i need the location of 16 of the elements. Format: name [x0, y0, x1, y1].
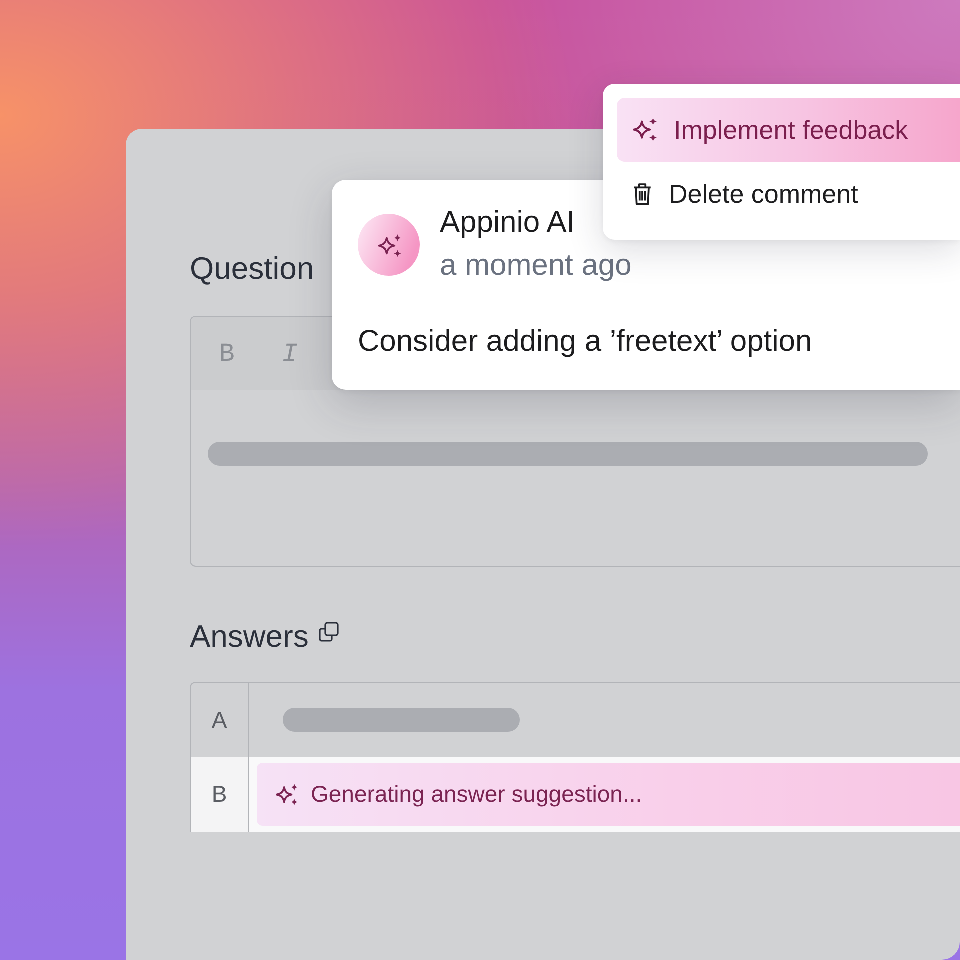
author-name: Appinio AI — [440, 206, 576, 240]
bold-button[interactable]: B — [215, 338, 239, 368]
menu-item[interactable]: Delete comment — [617, 162, 960, 226]
answer-letter: B — [191, 757, 249, 832]
copy-icon — [318, 622, 339, 642]
comment-text: Consider adding a ’freetext’ option — [358, 325, 814, 359]
sparkle-icon — [633, 118, 657, 142]
italic-button[interactable]: I — [278, 338, 302, 368]
section-heading: Answers — [190, 618, 309, 656]
comment-time: a moment ago — [440, 249, 632, 283]
sparkle-avatar-icon — [358, 214, 420, 276]
trash-icon — [633, 182, 652, 206]
sparkle-icon — [276, 784, 298, 806]
section-heading: Question — [190, 250, 314, 288]
menu-item[interactable]: Implement feedback — [617, 98, 960, 162]
status-text: Generating answer suggestion... — [311, 781, 642, 808]
